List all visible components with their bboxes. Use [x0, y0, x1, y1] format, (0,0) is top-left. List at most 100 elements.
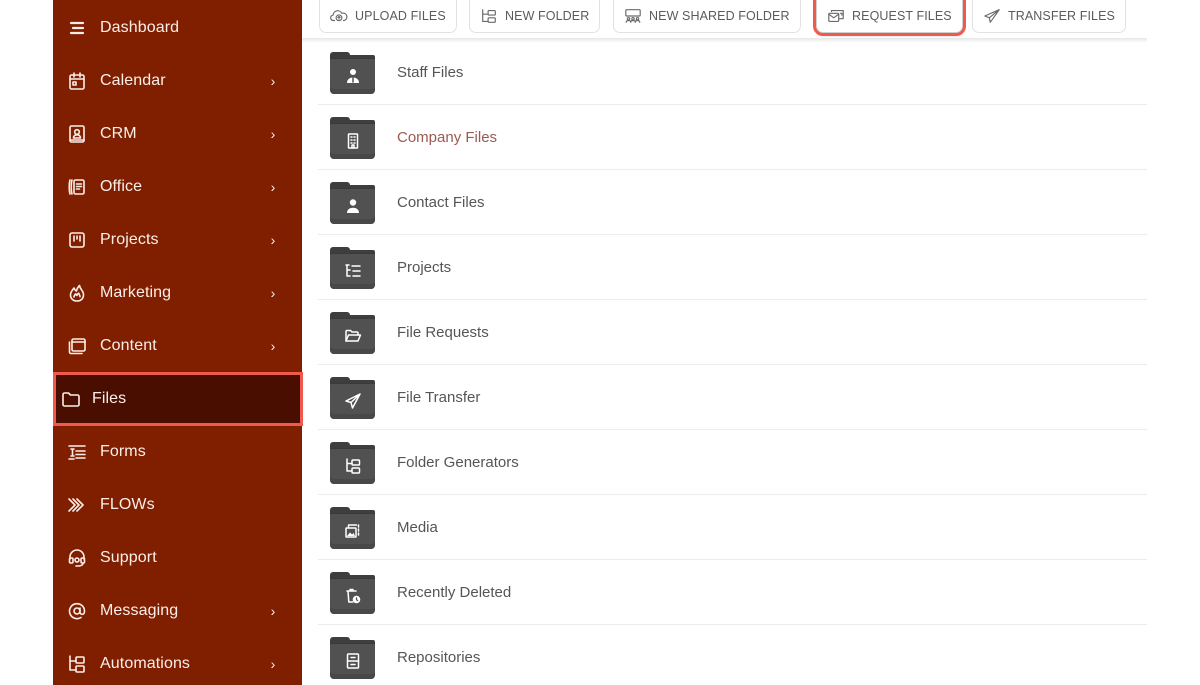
- staff-person-icon: [346, 69, 359, 83]
- hierarchy-icon: [345, 458, 360, 474]
- folder-icon: [330, 506, 375, 549]
- files-toolbar: UPLOAD FILES NEW FOLDER NEW SHARED FOLDE…: [302, 0, 1147, 38]
- folder-name: Folder Generators: [397, 454, 519, 471]
- task-list-icon: [344, 264, 361, 277]
- sidebar-item-dashboard[interactable]: Dashboard: [53, 8, 302, 48]
- folder-row-recently-deleted[interactable]: Recently Deleted: [318, 560, 1147, 625]
- sidebar-item-label: FLOWs: [100, 496, 155, 513]
- sidebar-item-label: Marketing: [100, 284, 172, 301]
- sidebar-item-label: Projects: [100, 231, 159, 248]
- building-icon: [347, 133, 358, 149]
- person-icon: [346, 199, 359, 213]
- folder-name: Projects: [397, 259, 452, 276]
- folder-icon: [330, 571, 375, 614]
- folder-name: Media: [397, 519, 438, 536]
- folder-row-repositories[interactable]: Repositories: [318, 625, 1147, 685]
- folder-icon: [330, 311, 375, 354]
- request-envelope-icon: [828, 10, 844, 22]
- folder-name: Company Files: [397, 129, 498, 146]
- folder-icon: [330, 181, 375, 224]
- folder-row-staff-files[interactable]: Staff Files: [318, 40, 1147, 105]
- folder-name: File Requests: [397, 324, 489, 341]
- new-shared-folder-label: NEW SHARED FOLDER: [649, 9, 790, 23]
- sidebar-item-projects[interactable]: Projects ›: [53, 220, 302, 260]
- sidebar-item-forms[interactable]: Forms: [53, 432, 302, 472]
- sidebar-item-support[interactable]: Support: [53, 538, 302, 578]
- folder-icon: [330, 636, 375, 679]
- folder-row-folder-generators[interactable]: Folder Generators: [318, 430, 1147, 495]
- at-sign-icon: [66, 600, 88, 622]
- office-phone-icon: [66, 176, 88, 198]
- transfer-files-button[interactable]: TRANSFER FILES: [972, 0, 1126, 33]
- folder-name: Staff Files: [397, 64, 464, 81]
- open-folder-icon: [344, 329, 361, 342]
- transfer-files-label: TRANSFER FILES: [1008, 9, 1115, 23]
- sidebar-item-automations[interactable]: Automations ›: [53, 644, 302, 684]
- headset-icon: [66, 547, 88, 569]
- folder-name: Recently Deleted: [397, 584, 512, 601]
- flame-icon: [66, 282, 88, 304]
- sidebar-item-label: Support: [100, 549, 157, 566]
- chevron-right-icon: ›: [270, 126, 276, 142]
- cloud-upload-icon: [330, 10, 348, 22]
- sidebar-item-office[interactable]: Office ›: [53, 167, 302, 207]
- folder-row-projects[interactable]: Projects: [318, 235, 1147, 300]
- folder-icon: [60, 388, 82, 410]
- new-shared-folder-button[interactable]: NEW SHARED FOLDER: [613, 0, 801, 33]
- sidebar-item-content[interactable]: Content ›: [53, 326, 302, 366]
- sidebar-item-label: Messaging: [100, 602, 179, 619]
- new-folder-label: NEW FOLDER: [505, 9, 590, 23]
- files-app: Dashboard Calendar › CRM › Office › Proj…: [0, 0, 1200, 685]
- folder-icon: [330, 246, 375, 289]
- request-files-label: REQUEST FILES: [852, 9, 952, 23]
- sidebar-item-label: Content: [100, 337, 157, 354]
- sidebar-item-crm[interactable]: CRM ›: [53, 114, 302, 154]
- folder-icon: [330, 441, 375, 484]
- trash-clock-icon: [345, 588, 360, 604]
- chevron-right-icon: ›: [270, 232, 276, 248]
- sidebar-item-files[interactable]: Files: [53, 372, 303, 426]
- chevron-right-icon: ›: [270, 73, 276, 89]
- folder-row-company-files[interactable]: Company Files: [318, 105, 1147, 170]
- sidebar-item-messaging[interactable]: Messaging ›: [53, 591, 302, 631]
- hierarchy-icon: [66, 653, 88, 675]
- sidebar-item-flows[interactable]: FLOWs: [53, 485, 302, 525]
- request-files-button[interactable]: REQUEST FILES: [813, 0, 966, 36]
- triple-chevron-icon: [66, 494, 88, 516]
- sidebar-item-label: Files: [92, 390, 127, 407]
- folder-icon: [330, 116, 375, 159]
- paper-plane-icon: [984, 9, 1000, 23]
- sidebar-item-label: CRM: [100, 125, 137, 142]
- folder-icon: [330, 376, 375, 419]
- calendar-icon: [66, 70, 88, 92]
- folder-row-file-requests[interactable]: File Requests: [318, 300, 1147, 365]
- chevron-right-icon: ›: [270, 338, 276, 354]
- paper-plane-icon: [344, 393, 361, 409]
- image-gallery-icon: [344, 524, 359, 538]
- folder-row-file-transfer[interactable]: File Transfer: [318, 365, 1147, 430]
- sidebar-item-marketing[interactable]: Marketing ›: [53, 273, 302, 313]
- sidebar-item-label: Automations: [100, 655, 191, 672]
- folder-name: File Transfer: [397, 389, 481, 406]
- new-folder-button[interactable]: NEW FOLDER: [469, 0, 601, 33]
- chevron-right-icon: ›: [270, 179, 276, 195]
- shared-users-icon: [625, 9, 641, 23]
- contact-card-icon: [66, 123, 88, 145]
- chevron-right-icon: ›: [270, 603, 276, 619]
- cabinet-icon: [346, 653, 359, 669]
- sidebar-item-label: Dashboard: [100, 19, 180, 36]
- sidebar-item-label: Forms: [100, 443, 146, 460]
- chevron-right-icon: ›: [270, 656, 276, 672]
- upload-files-button[interactable]: UPLOAD FILES: [319, 0, 457, 33]
- sidebar-item-calendar[interactable]: Calendar ›: [53, 61, 302, 101]
- folder-name: Contact Files: [397, 194, 485, 211]
- folder-row-contact-files[interactable]: Contact Files: [318, 170, 1147, 235]
- upload-files-label: UPLOAD FILES: [355, 9, 446, 23]
- folder-name: Repositories: [397, 649, 481, 666]
- kanban-board-icon: [66, 229, 88, 251]
- folder-icon: [330, 51, 375, 94]
- chevron-right-icon: ›: [270, 285, 276, 301]
- browser-window-icon: [66, 335, 88, 357]
- folder-row-media[interactable]: Media: [318, 495, 1147, 560]
- sidebar: Dashboard Calendar › CRM › Office › Proj…: [53, 0, 303, 685]
